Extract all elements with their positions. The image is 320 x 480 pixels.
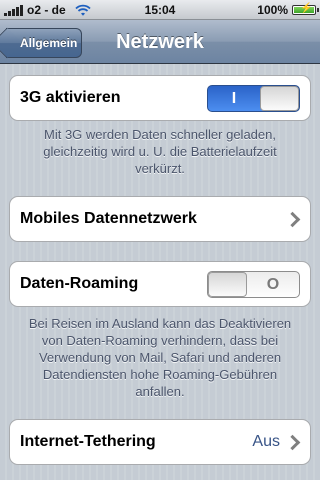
navigation-bar: Allgemein Netzwerk <box>0 20 320 64</box>
status-bar: o2 - de 15:04 100% ⚡ <box>0 0 320 20</box>
row-3g-label: 3G aktivieren <box>20 89 121 106</box>
row-tethering[interactable]: Internet-Tethering Aus <box>9 419 311 465</box>
row-tethering-label: Internet-Tethering <box>20 433 156 450</box>
switch-off-mark: O <box>266 276 280 293</box>
status-right: 100% ⚡ <box>257 3 319 17</box>
switch-on-mark: I <box>231 90 237 107</box>
row-roaming: Daten-Roaming O <box>9 261 311 307</box>
row-mobile-data-label: Mobiles Datennetzwerk <box>20 210 197 227</box>
footer-3g: Mit 3G werden Daten schneller geladen, g… <box>43 127 277 176</box>
battery-charging-icon: ⚡ <box>292 3 319 15</box>
row-3g: 3G aktivieren I <box>9 75 311 121</box>
toggle-3g-switch[interactable]: I <box>207 85 300 112</box>
back-button-label: Allgemein <box>20 36 78 50</box>
switch-knob[interactable] <box>208 272 247 297</box>
tethering-value: Aus <box>252 433 280 450</box>
chevron-right-icon <box>284 434 301 451</box>
row-mobile-data[interactable]: Mobiles Datennetzwerk <box>9 196 311 242</box>
footer-roaming: Bei Reisen im Ausland kann das Deaktivie… <box>28 316 292 399</box>
row-roaming-label: Daten-Roaming <box>20 275 139 292</box>
back-button[interactable]: Allgemein <box>6 28 82 58</box>
battery-percent: 100% <box>257 3 288 17</box>
chevron-right-icon <box>284 211 301 228</box>
toggle-roaming-switch[interactable]: O <box>207 271 300 298</box>
switch-knob[interactable] <box>260 86 299 111</box>
